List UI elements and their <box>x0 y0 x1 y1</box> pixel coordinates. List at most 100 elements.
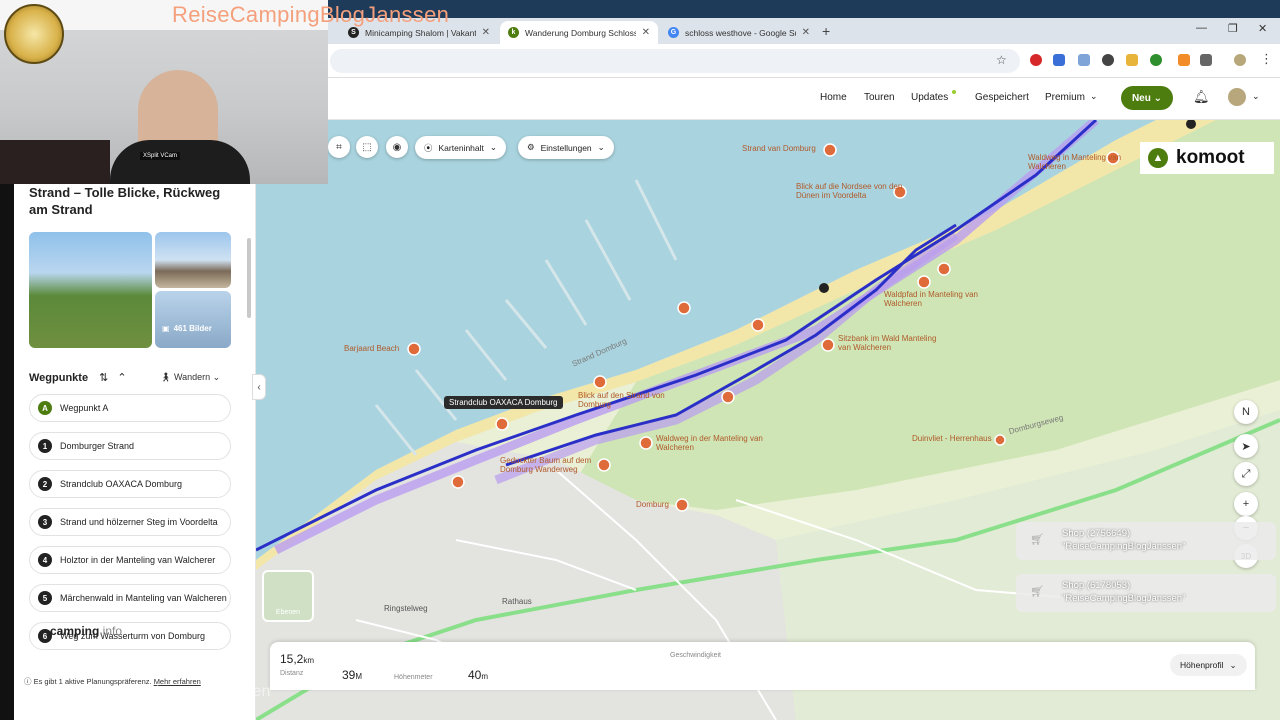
opera-extension-icon[interactable] <box>1030 54 1042 66</box>
person-shirt <box>110 140 250 184</box>
nav-premium[interactable]: Premium <box>1045 92 1085 103</box>
map-label: Ringstelweg <box>384 604 428 613</box>
map-label: Blick auf den Strand von Domburg <box>578 391 665 409</box>
tab-google[interactable]: G schloss westhove - Google Such ✕ <box>660 21 818 44</box>
nav-gespeichert[interactable]: Gespeichert <box>975 92 1029 103</box>
map-content-label: Karteninhalt <box>438 142 484 153</box>
close-icon[interactable]: ✕ <box>482 27 490 38</box>
photo-count-badge[interactable]: ▣ 461 Bilder <box>156 317 218 339</box>
tour-photo[interactable] <box>155 232 231 288</box>
sort-icon[interactable]: ⇅ <box>99 372 108 384</box>
photo-count-label: 461 Bilder <box>173 323 212 333</box>
extension-icon[interactable] <box>1126 54 1138 66</box>
extension-icon[interactable] <box>1150 54 1162 66</box>
crop-icon[interactable]: ⌗ <box>328 136 350 158</box>
waypoint-item[interactable]: 5 Märchenwald in Manteling van Walcheren <box>29 584 231 612</box>
extension-icon[interactable] <box>1102 54 1114 66</box>
profile-avatar[interactable] <box>1234 54 1246 66</box>
select-icon[interactable]: ⬚ <box>356 136 378 158</box>
layers-button[interactable]: Ebenen <box>262 570 314 622</box>
camping-info-logo: camping.info <box>50 624 122 638</box>
collapse-sidebar-button[interactable]: ‹ <box>252 374 266 400</box>
nav-home[interactable]: Home <box>820 92 847 103</box>
user-avatar[interactable] <box>1228 88 1246 106</box>
image-icon: ▣ <box>162 323 170 333</box>
tour-stats-bar: 15,2km Distanz 39M Höhenmeter 40m Geschw… <box>270 642 1255 690</box>
shop-title: Shop (2756649) <box>1062 528 1131 539</box>
hiker-icon: 🚶︎ <box>160 372 172 382</box>
ascent-number: 39 <box>342 668 356 682</box>
chevron-down-icon: ⌄ <box>1090 91 1098 101</box>
activity-select[interactable]: 🚶︎ Wandern ⌄ <box>160 372 220 383</box>
close-icon[interactable]: ✕ <box>802 27 810 38</box>
bell-icon[interactable]: 🔔︎ <box>1193 89 1210 105</box>
maximize-icon[interactable]: ❐ <box>1228 22 1238 35</box>
video-caption: Auf der Suche nach Plätzen <box>72 683 271 700</box>
tab-title: schloss westhove - Google Such <box>685 27 796 38</box>
map-label: Geduckter Baum auf dem Domburg Wanderweg <box>500 456 592 474</box>
cart-icon: 🛒︎ <box>1030 586 1044 598</box>
tour-photo[interactable] <box>29 232 152 348</box>
camping-logo-text: camping <box>50 624 100 638</box>
shop-subtitle: "ReiseCampingBlogJanssen" <box>1062 593 1186 604</box>
elevation-profile-button[interactable]: Höhenprofil ⌄ <box>1170 654 1247 676</box>
menu-icon[interactable]: ⋮ <box>1260 51 1273 67</box>
new-tab-button[interactable]: + <box>822 23 830 39</box>
chevron-down-icon: ⌄ <box>489 142 498 152</box>
ascent-value: 39M <box>342 668 362 682</box>
puzzle-icon[interactable] <box>1200 54 1212 66</box>
map-label: Rathaus <box>502 597 532 606</box>
tab-komoot[interactable]: k Wanderung Domburg Schloss W ✕ <box>500 21 658 44</box>
map-label: Domburg <box>636 500 669 509</box>
url-input[interactable] <box>330 49 1020 73</box>
distance-value: 15,2km <box>280 652 314 666</box>
tab-title: Minicamping Shalom | Vakantie <box>365 27 476 38</box>
shop-overlay: 🛒︎ Shop (2756649) "ReiseCampingBlogJanss… <box>1016 522 1276 560</box>
compass-button[interactable]: N <box>1234 400 1258 424</box>
star-icon[interactable]: ☆ <box>996 53 1007 67</box>
speed-label: Geschwindigkeit <box>670 652 721 659</box>
extension-icon[interactable] <box>1078 54 1090 66</box>
layers-label: Ebenen <box>275 609 301 616</box>
map-label: Waldpfad in Manteling van Walcheren <box>884 290 978 308</box>
waypoint-item[interactable]: 2 Strandclub OAXACA Domburg <box>29 470 231 498</box>
favicon-icon: k <box>508 27 519 38</box>
map-label: Duinvliet - Herrenhaus <box>912 434 992 443</box>
chair <box>0 140 110 184</box>
waypoint-item[interactable]: 4 Holztor in der Manteling van Walcherer <box>29 546 231 574</box>
distance-label: Distanz <box>280 670 304 677</box>
chevron-down-icon[interactable]: ⌄ <box>1252 91 1260 102</box>
distance-number: 15,2 <box>280 652 304 666</box>
shop-title: Shop (6178053) <box>1062 580 1131 591</box>
waypoint-number: 4 <box>38 553 52 567</box>
collapse-icon[interactable]: ⌃ <box>117 372 126 384</box>
shop-subtitle: "ReiseCampingBlogJanssen" <box>1062 541 1186 552</box>
waypoint-item[interactable]: A Wegpunkt A <box>29 394 231 422</box>
activity-label: Wandern <box>173 372 211 382</box>
waypoint-item[interactable]: 1 Domburger Strand <box>29 432 231 460</box>
extension-icon[interactable] <box>1178 54 1190 66</box>
locate-icon[interactable]: ➤ <box>1234 434 1258 458</box>
map[interactable]: ⌗ ⬚ ◉ ⦿ Karteninhalt ⌄ ⚙ Einstellungen ⌄… <box>256 120 1280 720</box>
zoom-in-button[interactable]: + <box>1234 492 1258 516</box>
settings-button[interactable]: ⚙ Einstellungen ⌄ <box>518 136 614 159</box>
sidebar-scrollbar[interactable] <box>247 238 251 318</box>
descent-value: 40m <box>468 668 488 682</box>
eye-icon[interactable]: ◉ <box>386 136 408 158</box>
map-label: Strand van Domburg <box>742 144 816 153</box>
nav-touren[interactable]: Touren <box>864 92 895 103</box>
descent-unit: m <box>481 672 489 681</box>
minimize-icon[interactable]: — <box>1196 22 1207 34</box>
waypoint-number: 5 <box>38 591 52 605</box>
chevron-down-icon: ⌄ <box>1229 659 1237 670</box>
nav-updates[interactable]: Updates <box>911 92 948 103</box>
waypoint-item[interactable]: 3 Strand und hölzerner Steg im Voordelta <box>29 508 231 536</box>
map-content-button[interactable]: ⦿ Karteninhalt ⌄ <box>415 136 507 159</box>
close-icon[interactable]: ✕ <box>642 27 650 38</box>
extension-icon[interactable] <box>1053 54 1065 66</box>
top-strip <box>328 0 1280 18</box>
komoot-logo: ▲ komoot <box>1140 142 1274 174</box>
new-button[interactable]: Neu ⌄ <box>1121 86 1173 110</box>
close-window-icon[interactable]: ✕ <box>1258 22 1267 35</box>
fullscreen-icon[interactable]: ⤢ <box>1234 462 1258 486</box>
